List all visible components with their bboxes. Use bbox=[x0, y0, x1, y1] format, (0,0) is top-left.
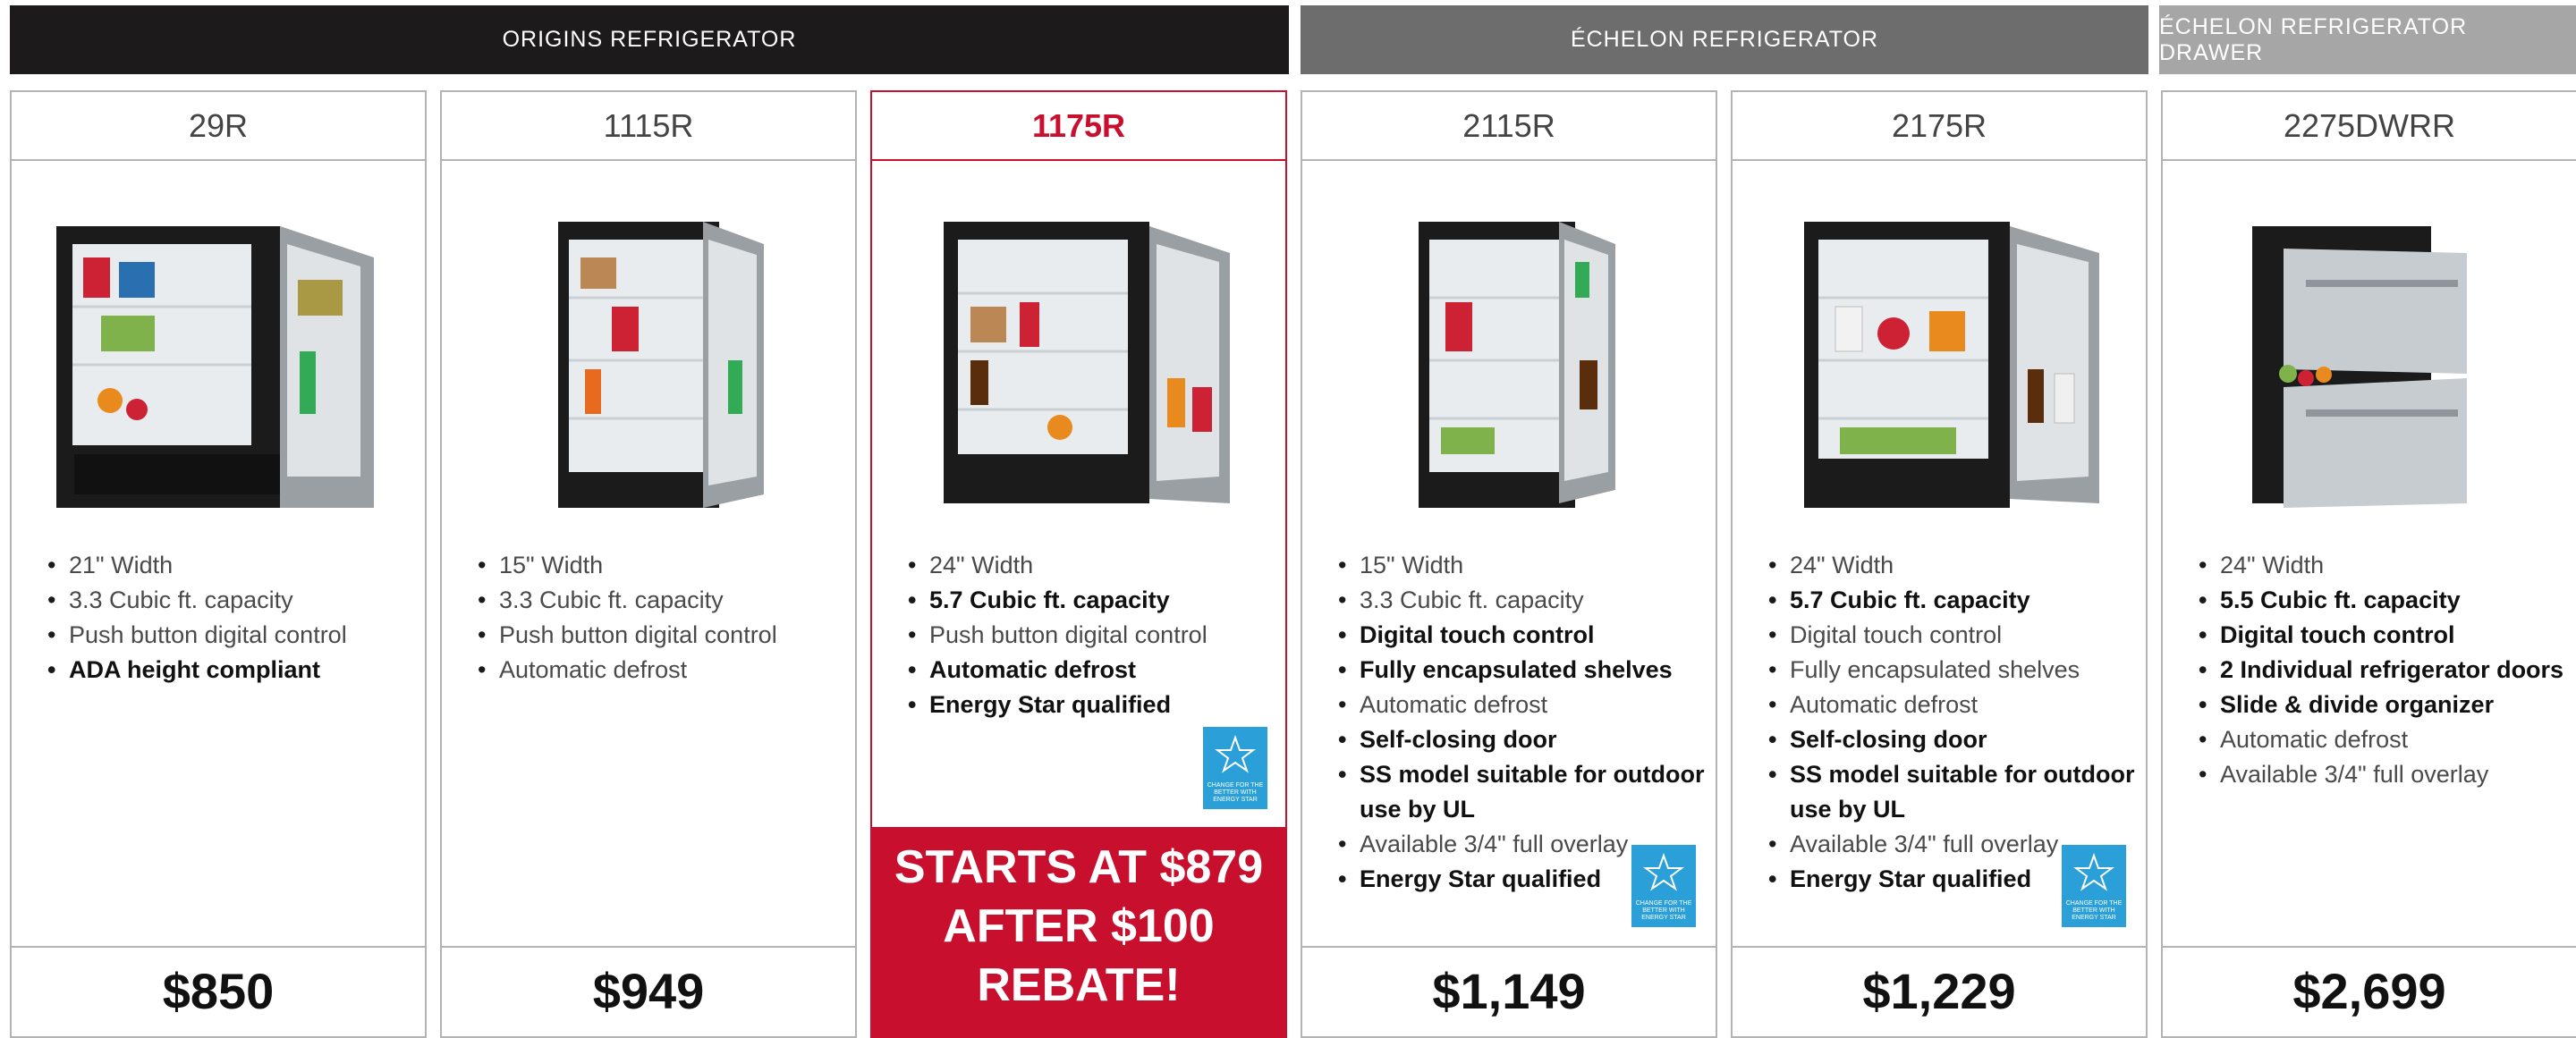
feature-item: 2 Individual refrigerator doors bbox=[2199, 653, 2567, 688]
feature-item: Push button digital control bbox=[478, 618, 846, 653]
feature-item: Digital touch control bbox=[1768, 618, 2137, 653]
energy-star-icon bbox=[1215, 735, 1256, 773]
model-name: 29R bbox=[12, 92, 425, 161]
section-header-origins: ORIGINS REFRIGERATOR bbox=[10, 5, 1289, 74]
feature-item: Slide & divide organizer bbox=[2199, 688, 2567, 722]
feature-item: Self-closing door bbox=[1338, 722, 1707, 757]
feature-item: Available 3/4" full overlay bbox=[2199, 757, 2567, 792]
feature-item: Fully encapsulated shelves bbox=[1768, 653, 2137, 688]
energy-star-text: CHANGE FOR THE BETTER WITH ENERGY STAR bbox=[1207, 782, 1264, 803]
refrigerator-image bbox=[56, 226, 374, 508]
feature-item: 24" Width bbox=[1768, 548, 2137, 583]
energy-star-icon bbox=[1643, 853, 1684, 891]
energy-star-text: CHANGE FOR THE BETTER WITH ENERGY STAR bbox=[2065, 900, 2123, 921]
energy-star-badge: CHANGE FOR THE BETTER WITH ENERGY STAR bbox=[1631, 845, 1696, 927]
energy-star-badge: CHANGE FOR THE BETTER WITH ENERGY STAR bbox=[1203, 727, 1267, 809]
feature-item: 24" Width bbox=[2199, 548, 2567, 583]
feature-item: Digital touch control bbox=[1338, 618, 1707, 653]
feature-item: 5.5 Cubic ft. capacity bbox=[2199, 583, 2567, 618]
refrigerator-image bbox=[1419, 222, 1615, 508]
feature-item: Automatic defrost bbox=[1338, 688, 1707, 722]
feature-item: Fully encapsulated shelves bbox=[1338, 653, 1707, 688]
feature-item: Automatic defrost bbox=[1768, 688, 2137, 722]
section-title: ORIGINS REFRIGERATOR bbox=[502, 27, 797, 52]
feature-item: SS model suitable for outdoor use by UL bbox=[1768, 757, 2137, 827]
product-card-2275dwrr: 2275DWRR 24" Width 5.5 Cubic ft. capacit… bbox=[2161, 90, 2576, 1038]
feature-item: ADA height compliant bbox=[47, 653, 416, 688]
price: $1,149 bbox=[1432, 963, 1586, 1019]
price: $949 bbox=[592, 963, 705, 1019]
feature-list: 24" Width 5.5 Cubic ft. capacity Digital… bbox=[2199, 548, 2567, 792]
product-card-2175r: 2175R 24" Width 5.7 Cubic ft. capacity D… bbox=[1731, 90, 2148, 1038]
feature-list: 24" Width 5.7 Cubic ft. capacity Push bu… bbox=[908, 548, 1276, 722]
price: $2,699 bbox=[2292, 963, 2446, 1019]
refrigerator-image bbox=[944, 222, 1230, 503]
feature-item: 21" Width bbox=[47, 548, 416, 583]
feature-item: Automatic defrost bbox=[2199, 722, 2567, 757]
price-row: $2,699 bbox=[2163, 946, 2576, 1036]
model-name: 2115R bbox=[1302, 92, 1716, 161]
energy-star-text: CHANGE FOR THE BETTER WITH ENERGY STAR bbox=[1635, 900, 1692, 921]
feature-item: Automatic defrost bbox=[908, 653, 1276, 688]
feature-item: Push button digital control bbox=[47, 618, 416, 653]
refrigerator-drawer-image bbox=[2252, 226, 2467, 508]
feature-item: 15" Width bbox=[1338, 548, 1707, 583]
model-name: 2175R bbox=[1733, 92, 2146, 161]
section-header-echelon: ÉCHELON REFRIGERATOR bbox=[1301, 5, 2148, 74]
rebate-banner: STARTS AT $879 AFTER $100 REBATE! bbox=[872, 827, 1285, 1036]
price: $1,229 bbox=[1862, 963, 2016, 1019]
price-row: $1,149 bbox=[1302, 946, 1716, 1036]
feature-item: Push button digital control bbox=[908, 618, 1276, 653]
section-header-echelon-drawer: ÉCHELON REFRIGERATOR DRAWER bbox=[2159, 5, 2576, 74]
product-card-1175r: 1175R 24" Width 5.7 Cubic ft. capacity P… bbox=[870, 90, 1287, 1038]
feature-item: Self-closing door bbox=[1768, 722, 2137, 757]
section-title: ÉCHELON REFRIGERATOR bbox=[1570, 27, 1879, 52]
feature-item: 24" Width bbox=[908, 548, 1276, 583]
feature-item: 3.3 Cubic ft. capacity bbox=[478, 583, 846, 618]
feature-item: Automatic defrost bbox=[478, 653, 846, 688]
feature-item: 5.7 Cubic ft. capacity bbox=[908, 583, 1276, 618]
feature-item: 15" Width bbox=[478, 548, 846, 583]
price: $850 bbox=[162, 963, 275, 1019]
model-name: 1115R bbox=[442, 92, 855, 161]
feature-item: Energy Star qualified bbox=[908, 688, 1276, 722]
model-name: 1175R bbox=[872, 92, 1285, 161]
feature-item: 3.3 Cubic ft. capacity bbox=[1338, 583, 1707, 618]
section-title: ÉCHELON REFRIGERATOR DRAWER bbox=[2159, 13, 2468, 65]
model-name: 2275DWRR bbox=[2163, 92, 2576, 161]
feature-list: 21" Width 3.3 Cubic ft. capacity Push bu… bbox=[47, 548, 416, 688]
energy-star-badge: CHANGE FOR THE BETTER WITH ENERGY STAR bbox=[2062, 845, 2126, 927]
product-card-2115r: 2115R 15" Width 3.3 Cubic ft. capacity D… bbox=[1301, 90, 1717, 1038]
product-card-29r: 29R 21" Width 3.3 Cubic ft. capacity Pus… bbox=[10, 90, 427, 1038]
price-row: $850 bbox=[12, 946, 425, 1036]
feature-item: 3.3 Cubic ft. capacity bbox=[47, 583, 416, 618]
feature-list: 15" Width 3.3 Cubic ft. capacity Push bu… bbox=[478, 548, 846, 688]
feature-item: 5.7 Cubic ft. capacity bbox=[1768, 583, 2137, 618]
price-row: $949 bbox=[442, 946, 855, 1036]
price-row: $1,229 bbox=[1733, 946, 2146, 1036]
refrigerator-image bbox=[558, 222, 764, 508]
product-card-1115r: 1115R 15" Width 3.3 Cubic ft. capacity P… bbox=[440, 90, 857, 1038]
feature-item: Digital touch control bbox=[2199, 618, 2567, 653]
refrigerator-image bbox=[1804, 222, 2099, 508]
feature-item: SS model suitable for outdoor use by UL bbox=[1338, 757, 1707, 827]
energy-star-icon bbox=[2073, 853, 2114, 891]
